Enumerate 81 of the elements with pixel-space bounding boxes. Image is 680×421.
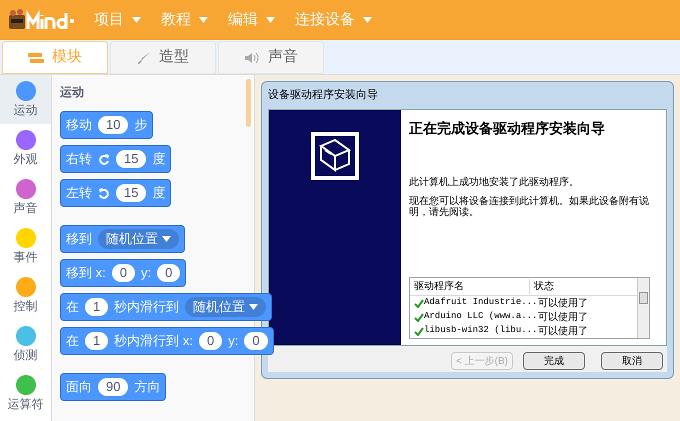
block-label: 移动 [66,116,92,134]
table-cell-text: 可以使用了 [538,324,588,338]
category-item[interactable]: 运算符 [0,369,51,418]
block-label: 面向 [66,378,92,396]
category-item[interactable]: 运动 [0,75,51,124]
number-input[interactable]: 15 [116,184,146,202]
caret-icon [363,17,372,23]
number-input[interactable]: 0 [198,332,222,350]
block-label: 步 [134,116,148,134]
block-label: 在 [66,298,79,316]
dropdown[interactable]: 随机位置 [98,229,179,249]
number-input[interactable]: 0 [112,264,135,282]
block-label: 秒内滑行到 [114,298,180,316]
number-input[interactable]: 90 [98,378,128,396]
code-block[interactable]: 面向 90 方向 [60,373,166,401]
category-item[interactable]: 声音 [0,173,51,222]
rotate-counterclockwise-icon [98,187,110,199]
rotate-clockwise-icon [98,153,110,165]
code-block[interactable]: 移动 10 步 [60,111,154,139]
table-cell-text: 可以使用了 [538,296,588,310]
dialog-button[interactable]: 完成 [523,352,585,370]
block-label: 移到 [66,230,92,248]
tab[interactable]: 造型 [110,41,216,74]
number-input[interactable]: 0 [244,332,268,350]
wizard-heading: 正在完成设备驱动程序安装向导 [409,118,606,138]
block-label: 度 [152,184,166,202]
speaker-icon [244,52,260,64]
category-label: 事件 [14,248,38,266]
block-label: 秒内滑行到 x: [114,332,193,350]
block-label: 左转 [66,184,92,202]
code-block[interactable]: 左转 15 度 [60,179,172,207]
block-label: y: [228,332,238,350]
number-input[interactable]: 1 [85,332,108,350]
category-label: 运动 [14,102,38,118]
category-label: 运算符 [8,396,44,412]
table-cell-text: Adafruit Industrie... [424,296,534,310]
category-item[interactable]: 控制 [0,271,51,320]
category-label: 外观 [14,150,38,168]
blocks-icon [28,52,44,62]
code-block[interactable]: 在 1 秒内滑行到 随机位置 [60,293,272,321]
code-block[interactable]: 移到 x: 0 y: 0 [60,259,186,287]
caret-icon [249,304,258,310]
dropdown[interactable]: 随机位置 [185,297,266,317]
block-label: 在 [66,332,79,350]
category-label: 声音 [14,200,38,216]
number-input[interactable]: 0 [157,264,180,282]
caret-icon [266,17,275,23]
category-item[interactable]: 侦测 [0,320,51,369]
block-label: y: [140,264,152,282]
info-text: 现在您可以将设备连接到此计算机。如果此设备附有说明，请先阅读。 [409,196,650,218]
info-text: 此计算机上成功地安装了此驱动程序。 [409,176,580,188]
column-header[interactable]: 状态 [530,279,558,294]
category-item[interactable]: 外观 [0,124,51,173]
column-header[interactable]: 驱动程序名 [410,279,530,294]
table-cell-text: Arduino LLC (www.a... [424,310,534,324]
caret-icon [199,17,208,23]
caret-icon [162,236,171,242]
tab[interactable]: 声音 [218,41,324,74]
category-label: 侦测 [14,346,38,364]
block-label: 右转 [66,150,92,168]
number-input[interactable]: 15 [116,150,146,168]
block-label: 度 [152,150,166,168]
block-label: 移到 x: [66,264,106,282]
scrollbar-thumb[interactable] [246,79,251,127]
window-title: 设备驱动程序安装向导 [268,88,379,103]
code-block[interactable]: 在 1 秒内滑行到 x: 0 y: 0 [60,327,274,355]
category-item[interactable]: 事件 [0,222,51,271]
scrollbar[interactable] [637,278,649,338]
brush-icon [137,50,151,64]
code-block[interactable]: 移到 随机位置 [60,225,185,253]
table-cell-text: libusb-win32 (libu... [424,324,534,338]
category-label: 控制 [14,298,38,314]
number-input[interactable]: 1 [85,298,108,316]
number-input[interactable]: 10 [98,116,128,134]
palette-heading: 运动 [60,84,85,101]
table-cell-text: 可以使用了 [538,310,588,324]
hardware-device-icon [311,132,359,180]
block-label: 方向 [134,378,160,396]
caret-icon [132,17,141,23]
code-block[interactable]: 右转 15 度 [60,145,172,173]
dialog-button[interactable]: 取消 [601,352,663,370]
